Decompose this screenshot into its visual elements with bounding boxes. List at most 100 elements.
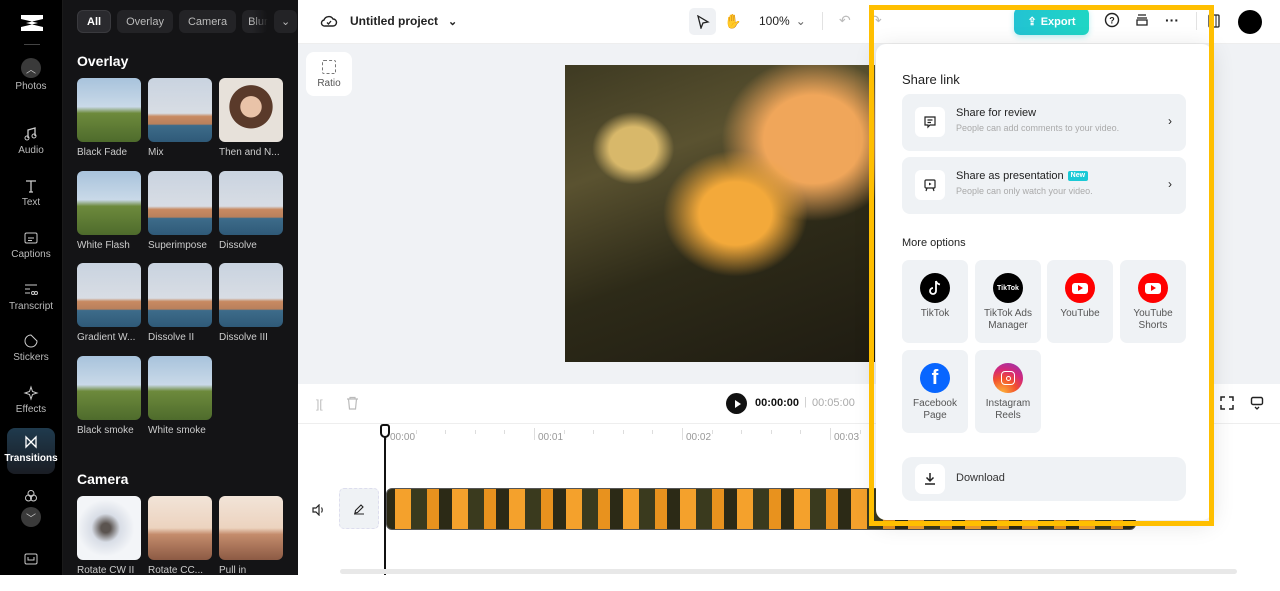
timeline-scrollbar[interactable] xyxy=(340,569,1237,574)
share-tiktok-button[interactable]: TikTok xyxy=(902,260,968,343)
share-option-subtitle: People can add comments to your video. xyxy=(956,123,1120,133)
thumbnail xyxy=(77,263,141,327)
cloud-sync-icon[interactable] xyxy=(320,13,338,29)
download-button[interactable]: Download xyxy=(902,457,1186,501)
thumbnail xyxy=(219,171,283,235)
rail-item-audio[interactable]: Audio xyxy=(7,120,55,166)
rail-item-effects[interactable]: Effects xyxy=(7,379,55,425)
tile-label: Rotate CC... xyxy=(148,565,204,575)
rail-item-transcript[interactable]: Transcript xyxy=(7,276,55,322)
section-title-overlay: Overlay xyxy=(77,53,129,69)
more-filters-button[interactable]: ⌄ xyxy=(274,10,298,33)
transition-tile[interactable]: Black smoke xyxy=(77,356,141,436)
video-preview[interactable] xyxy=(565,65,875,362)
thumbnail xyxy=(219,496,283,560)
download-label: Download xyxy=(956,472,1005,484)
rail-label: Captions xyxy=(11,249,51,260)
rail-item-keyboard[interactable] xyxy=(7,545,55,591)
option-title-text: Share for review xyxy=(956,107,1037,119)
layers-button[interactable] xyxy=(1134,12,1150,28)
panel-layout-button[interactable] xyxy=(1207,13,1221,29)
ratio-button[interactable]: Ratio xyxy=(306,52,352,96)
undo-icon: ↶ xyxy=(839,12,851,28)
download-icon xyxy=(915,464,945,494)
filter-chip-overlay[interactable]: Overlay xyxy=(117,10,173,33)
ruler-minor-tick xyxy=(622,430,624,434)
tile-label: Rotate CW II xyxy=(77,565,135,575)
transition-tile[interactable]: White Flash xyxy=(77,171,141,251)
transition-tile[interactable]: Then and N... xyxy=(219,78,283,158)
transition-tile[interactable]: Mix xyxy=(148,78,212,158)
youtube-icon xyxy=(1138,273,1168,303)
share-facebook-button[interactable]: f Facebook Page xyxy=(902,350,968,433)
chevron-right-icon: › xyxy=(1168,177,1172,191)
transition-tile[interactable]: Dissolve II xyxy=(148,263,212,343)
select-tool-button[interactable] xyxy=(689,8,716,35)
ruler-major-tick xyxy=(682,428,683,440)
undo-button[interactable]: ↶ xyxy=(839,12,851,29)
transition-tile[interactable]: Dissolve III xyxy=(219,263,283,343)
play-button[interactable] xyxy=(726,393,747,414)
thumbnail xyxy=(148,78,212,142)
transition-tile[interactable]: Pull in xyxy=(219,496,283,575)
share-youtube-button[interactable]: YouTube xyxy=(1047,260,1113,343)
more-menu-button[interactable]: ··· xyxy=(1165,12,1179,28)
caption-preview-button[interactable] xyxy=(1250,396,1264,415)
transition-tile[interactable]: White smoke xyxy=(148,356,212,436)
redo-button[interactable]: ↷ xyxy=(870,12,882,29)
platform-label: TikTok Ads Manager xyxy=(984,308,1032,331)
share-youtube-shorts-button[interactable]: YouTube Shorts xyxy=(1120,260,1186,343)
share-option-title: Share for review xyxy=(956,107,1036,119)
export-button[interactable]: ⇪ Export xyxy=(1014,8,1089,35)
left-nav-rail: Photos ︿ Audio Text Captions Transcript … xyxy=(0,0,63,575)
zoom-dropdown[interactable]: 100% ⌄ xyxy=(759,14,806,28)
rail-item-captions[interactable]: Captions xyxy=(7,224,55,270)
help-icon: ? xyxy=(1104,12,1120,28)
transition-tile[interactable]: Gradient W... xyxy=(77,263,141,343)
share-for-review-option[interactable]: Share for review People can add comments… xyxy=(902,94,1186,151)
hand-tool-button[interactable]: ✋ xyxy=(724,13,741,30)
share-instagram-button[interactable]: Instagram Reels xyxy=(975,350,1041,433)
track-mute-button[interactable] xyxy=(312,503,326,521)
pencil-icon xyxy=(354,503,364,515)
tiktok-icon xyxy=(920,273,950,303)
toolbar-divider xyxy=(822,12,823,30)
fullscreen-button[interactable] xyxy=(1220,396,1234,415)
rail-label: Transcript xyxy=(8,301,54,312)
rail-label: Stickers xyxy=(13,352,49,363)
keyboard-icon xyxy=(24,553,38,565)
delete-button[interactable] xyxy=(346,396,359,413)
rail-scroll-down-button[interactable]: ﹀ xyxy=(21,507,41,527)
transition-tile[interactable]: Black Fade xyxy=(77,78,141,158)
project-name-dropdown[interactable]: Untitled project ⌄ xyxy=(350,14,457,28)
redo-icon: ↷ xyxy=(870,12,882,28)
tile-label: Black Fade xyxy=(77,147,128,158)
tile-label: Superimpose xyxy=(148,240,207,251)
layout-icon xyxy=(1208,14,1220,28)
transition-tile[interactable]: Rotate CW II xyxy=(77,496,141,575)
tile-label: Pull in xyxy=(219,565,247,575)
filter-chip-camera[interactable]: Camera xyxy=(178,10,237,33)
ruler-minor-tick xyxy=(563,430,565,434)
rail-item-stickers[interactable]: Stickers xyxy=(7,327,55,373)
rail-item-transitions[interactable]: Transitions xyxy=(4,428,58,474)
svg-text:?: ? xyxy=(1109,16,1115,26)
rail-label: Photos xyxy=(15,81,47,92)
edit-cover-button[interactable] xyxy=(339,488,379,529)
rail-divider xyxy=(24,44,40,45)
playhead-handle[interactable] xyxy=(380,424,390,438)
share-tiktok-ads-button[interactable]: TikTok TikTok Ads Manager xyxy=(975,260,1041,343)
split-button[interactable]: ][ xyxy=(316,397,323,411)
split-icon: ][ xyxy=(316,397,323,411)
transition-tile[interactable]: Rotate CC... xyxy=(148,496,212,575)
rail-item-text[interactable]: Text xyxy=(7,172,55,218)
rail-scroll-up-button[interactable]: ︿ xyxy=(21,58,41,78)
share-as-presentation-option[interactable]: Share as presentation New People can only… xyxy=(902,157,1186,214)
filter-chip-blur[interactable]: Blur xyxy=(242,10,269,33)
transition-tile[interactable]: Superimpose xyxy=(148,171,212,251)
user-avatar[interactable] xyxy=(1238,10,1262,34)
help-button[interactable]: ? xyxy=(1104,12,1120,28)
ruler-minor-tick xyxy=(474,430,476,434)
transition-tile[interactable]: Dissolve xyxy=(219,171,283,251)
filter-chip-all[interactable]: All xyxy=(77,10,112,33)
